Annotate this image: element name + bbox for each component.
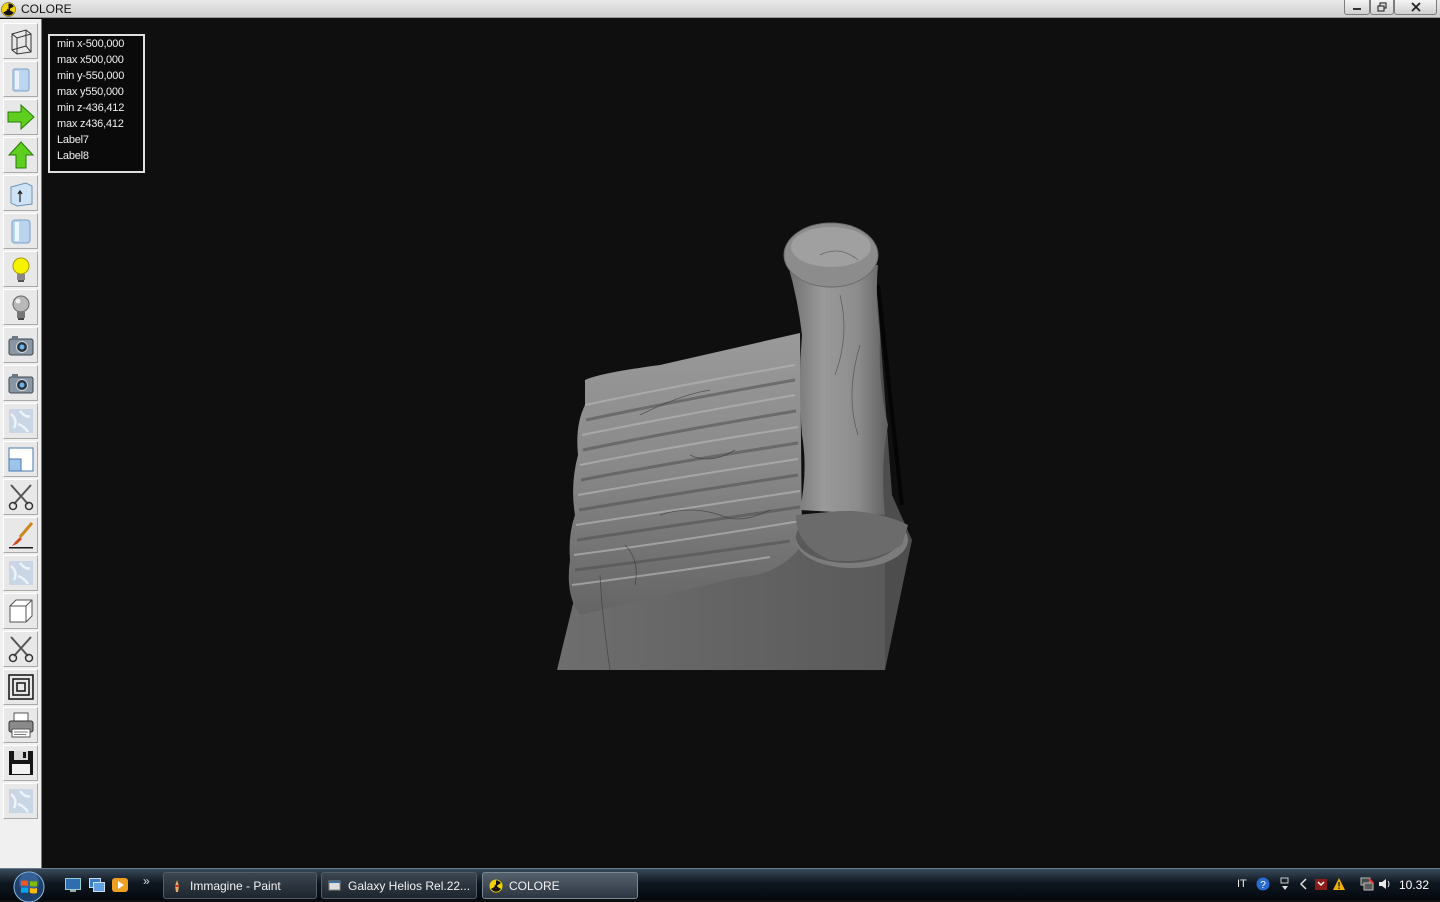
scissors-2-button[interactable] [3,631,38,667]
marble-scroll-model [557,222,912,671]
printer-icon [8,712,33,738]
info-max-y: max y550,000 [57,86,124,98]
close-button[interactable] [1394,0,1437,15]
extrude-box-icon [10,182,32,207]
arrow-right-button[interactable] [3,99,38,135]
concentric-squares-button[interactable] [3,669,38,705]
wireframe-box-icon [11,29,31,55]
switch-windows-icon[interactable] [89,878,105,892]
show-hidden-icons-chevron-icon[interactable] [1298,877,1308,891]
marble-texture-button[interactable] [3,403,38,439]
scissors-icon [8,484,33,511]
paint-icon [175,879,179,892]
radiation-icon [489,878,503,893]
update-warning-icon[interactable] [1332,877,1346,891]
paintbrush-button[interactable] [3,517,38,553]
help-icon[interactable]: ? [1256,877,1270,891]
close-icon [1410,2,1421,12]
cylinder-button[interactable] [3,213,38,249]
title-bar: COLORE [0,0,1440,18]
marble-texture-2-button[interactable] [3,555,38,591]
arrow-up-button[interactable] [3,137,38,173]
task-galaxy-helios[interactable]: Galaxy Helios Rel.22... [321,872,477,899]
language-bar-options-icon[interactable] [1280,877,1290,891]
info-label7: Label7 [57,134,89,146]
security-center-icon[interactable] [1314,877,1328,891]
svg-text:?: ? [1260,880,1266,891]
info-min-x: min x-500,000 [57,38,125,50]
app-window-icon [328,880,341,890]
camera-button[interactable] [3,327,38,363]
light-off-icon [12,295,29,320]
network-icon[interactable] [1360,877,1374,891]
task-label: COLORE [509,878,560,893]
info-min-z: min z-436,412 [57,102,125,114]
minimize-icon [1353,8,1361,10]
marble-texture-3-icon [8,789,33,813]
extrude-box-button[interactable] [3,175,38,211]
restore-button[interactable] [1370,0,1394,15]
clock[interactable]: 10.32 [1399,878,1429,892]
wireframe-box-button[interactable] [3,23,38,59]
taskbar: » Immagine - Paint Galaxy Helios Rel.22.… [0,868,1440,902]
tool-sidebar [0,19,42,868]
cube-button[interactable] [3,593,38,629]
concentric-squares-icon [7,674,34,700]
viewport-split-icon [8,447,33,472]
volume-icon[interactable] [1378,877,1392,891]
cube-icon [9,599,32,623]
marble-texture-icon [8,409,33,433]
marble-texture-3-button[interactable] [3,783,38,819]
task-label: Galaxy Helios Rel.22... [348,878,471,893]
show-desktop-icon[interactable] [65,878,81,892]
scissors-2-icon [8,636,33,663]
info-min-y: min y-550,000 [57,70,125,82]
paintbrush-icon [8,522,33,549]
task-paint[interactable]: Immagine - Paint [163,872,317,899]
task-label: Immagine - Paint [190,878,281,893]
media-player-icon[interactable] [112,878,128,892]
printer-button[interactable] [3,707,38,743]
light-on-button[interactable] [3,251,38,287]
restore-icon [1377,2,1387,12]
arrow-up-icon [7,141,34,169]
light-off-button[interactable] [3,289,38,325]
start-button[interactable] [7,870,51,902]
viewport-split-button[interactable] [3,441,38,477]
camera-2-button[interactable] [3,365,38,401]
coordinates-info-panel: min x-500,000 max x500,000 min y-550,000… [48,34,145,173]
solid-box-button[interactable] [3,61,38,97]
task-colore[interactable]: COLORE [482,872,638,899]
camera-icon [8,336,33,356]
info-max-x: max x500,000 [57,54,124,66]
light-on-icon [12,257,29,282]
marble-texture-2-icon [8,561,33,585]
language-indicator[interactable]: IT [1237,878,1247,890]
minimize-button[interactable] [1344,0,1370,15]
camera-2-icon [8,374,33,394]
solid-box-icon [12,68,29,92]
window-title: COLORE [21,2,72,16]
scissors-button[interactable] [3,479,38,515]
info-max-z: max z436,412 [57,118,124,130]
system-tray: IT ? 10.32 [1228,869,1440,901]
empty-tool-slot [3,821,38,857]
radiation-icon [1,2,16,17]
floppy-disk-button[interactable] [3,745,38,781]
floppy-disk-icon [8,751,33,775]
quick-launch-more-icon[interactable]: » [143,874,150,888]
arrow-right-icon [7,103,35,131]
info-label8: Label8 [57,150,89,162]
cylinder-icon [11,219,30,244]
